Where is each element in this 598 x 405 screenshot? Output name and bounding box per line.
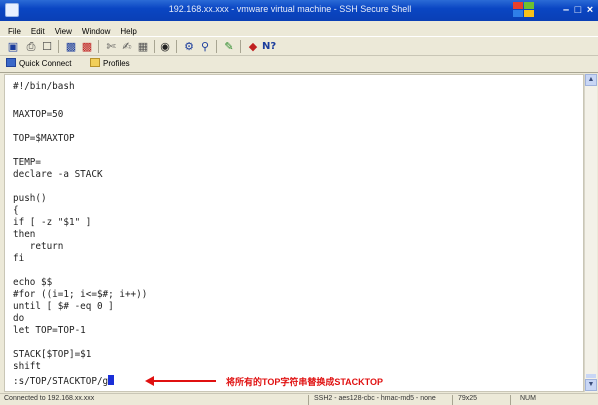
paste-icon[interactable]: ✄	[104, 40, 118, 53]
bookmark-icon[interactable]: ◆	[246, 40, 260, 53]
folder-icon	[90, 58, 100, 67]
terminal-line: if [ -z "$1" ]	[13, 217, 92, 228]
scroll-up-icon[interactable]: ▲	[585, 74, 597, 86]
disconnect-icon[interactable]: ⚲	[198, 40, 212, 53]
scroll-thumb[interactable]	[586, 374, 596, 378]
terminal-line: until [ $# -eq 0 ]	[13, 301, 114, 312]
quick-connect-label: Quick Connect	[19, 59, 72, 68]
terminal-line: declare -a STACK	[13, 169, 103, 180]
terminal-line: STACK[$TOP]=$1	[13, 349, 92, 360]
terminal-line: then	[13, 229, 36, 240]
toolbar: ▣ ⎙ ☐ ▩ ▩ ✄ ✍ ▦ ◉ ⚙ ⚲ ✎ ◆ N?	[0, 36, 598, 56]
binoculars-icon[interactable]: ◉	[158, 40, 172, 53]
find-icon[interactable]: ✍	[120, 40, 134, 53]
terminal-line: return	[13, 241, 64, 252]
terminal-line: shift	[13, 361, 41, 372]
toolbar-divider	[154, 40, 155, 53]
connection-status: Connected to 192.168.xx.xxx	[4, 395, 95, 402]
status-divider	[308, 395, 309, 405]
copy-icon[interactable]: ▩	[80, 40, 94, 53]
save-icon[interactable]: ▣	[6, 40, 20, 53]
command-line[interactable]: :s/TOP/STACKTOP/g	[13, 375, 115, 387]
terminal-line: {	[13, 205, 19, 216]
profiles-button[interactable]: Profiles	[90, 57, 130, 71]
close-button[interactable]: ×	[582, 3, 598, 18]
terminal-size: 79x25	[458, 395, 478, 402]
status-divider	[510, 395, 511, 405]
quick-connect-button[interactable]: Quick Connect	[6, 57, 71, 71]
toolbar-divider	[176, 40, 177, 53]
print-preview-icon[interactable]: ☐	[40, 40, 54, 53]
menu-edit[interactable]: Edit	[26, 25, 50, 36]
annotation-arrow-line	[152, 380, 216, 382]
toolbar-divider	[58, 40, 59, 53]
cut-icon[interactable]: ▩	[64, 40, 78, 53]
vim-substitute-command: :s/TOP/STACKTOP/g	[13, 376, 109, 387]
terminal-line: MAXTOP=50	[13, 109, 64, 120]
toolbar-divider	[216, 40, 217, 53]
profiles-label: Profiles	[103, 59, 130, 68]
app-icon	[5, 3, 19, 17]
ssh-client-window: 192.168.xx.xxx - vmware virtual machine …	[0, 0, 598, 405]
terminal-line: echo $$	[13, 277, 53, 288]
quick-bar: Quick Connect Profiles	[0, 56, 598, 73]
annotation-text: 将所有的TOP字符串替换成STACKTOP	[226, 377, 384, 387]
keyboard-icon[interactable]: ✎	[222, 40, 236, 53]
terminal-line: do	[13, 313, 25, 324]
toolbar-divider	[98, 40, 99, 53]
menu-bar: File Edit View Window Help	[0, 21, 598, 36]
scroll-down-icon[interactable]: ▼	[585, 379, 597, 391]
encryption-status: SSH2 - aes128-cbc - hmac-md5 - none	[314, 395, 436, 402]
menu-file[interactable]: File	[0, 25, 26, 36]
num-lock-status: NUM	[520, 395, 536, 402]
windows-logo-icon	[513, 2, 535, 19]
text-cursor	[108, 375, 115, 385]
menu-view[interactable]: View	[50, 25, 77, 36]
menu-window[interactable]: Window	[77, 25, 115, 36]
terminal-line: push()	[13, 193, 47, 204]
menu-help[interactable]: Help	[115, 25, 141, 36]
terminal-line: fi	[13, 253, 25, 264]
terminal-line: let TOP=TOP-1	[13, 325, 86, 336]
status-bar: Connected to 192.168.xx.xxx SSH2 - aes12…	[0, 393, 598, 405]
status-divider	[452, 395, 453, 405]
vertical-scrollbar[interactable]: ▲ ▼	[584, 74, 597, 392]
terminal-area[interactable]: #!/bin/bash MAXTOP=50 TOP=$MAXTOP TEMP= …	[4, 74, 584, 392]
window-title: 192.168.xx.xxx - vmware virtual machine …	[168, 4, 412, 14]
terminal-line: #!/bin/bash	[13, 81, 75, 92]
print-icon[interactable]: ⎙	[24, 40, 38, 53]
title-bar[interactable]: 192.168.xx.xxx - vmware virtual machine …	[0, 0, 598, 21]
terminal-line: TEMP=	[13, 157, 41, 168]
settings-icon[interactable]: ▦	[136, 40, 150, 53]
new-connection-icon[interactable]: ⚙	[182, 40, 196, 53]
terminal-line: #for ((i=1; i<=$#; i++))	[13, 289, 148, 300]
toolbar-divider	[240, 40, 241, 53]
quick-connect-icon	[6, 58, 16, 67]
help-icon[interactable]: N?	[262, 40, 276, 53]
terminal-line: TOP=$MAXTOP	[13, 133, 75, 144]
